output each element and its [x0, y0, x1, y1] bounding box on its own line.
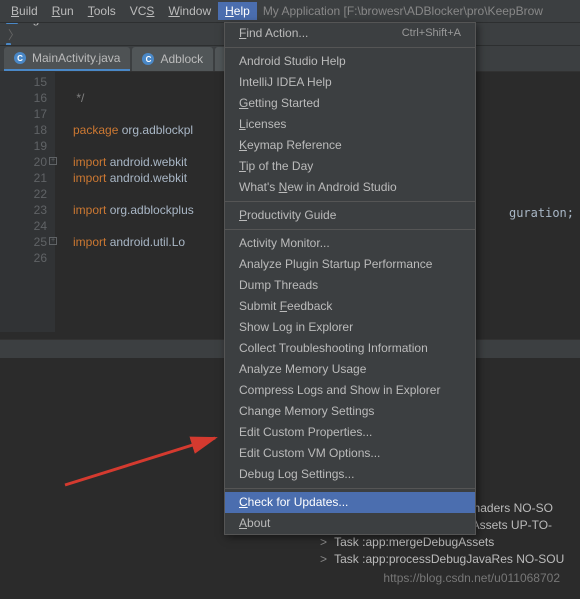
fold-icon[interactable]: +	[49, 157, 57, 165]
menu-item-tip-of-the-day[interactable]: Tip of the Day	[225, 156, 475, 177]
menu-separator	[225, 201, 475, 202]
menu-separator	[225, 488, 475, 489]
code-line[interactable]	[73, 250, 194, 266]
fold-icon[interactable]: +	[49, 237, 57, 245]
code-line[interactable]	[73, 218, 194, 234]
line-number: 17	[0, 106, 47, 122]
line-number: 18	[0, 122, 47, 138]
folder-icon	[6, 22, 18, 24]
menu-vcs[interactable]: VCS	[123, 2, 162, 20]
menu-item-edit-custom-properties-[interactable]: Edit Custom Properties...	[225, 422, 475, 443]
menu-separator	[225, 229, 475, 230]
menu-item-compress-logs-and-show-in-explorer[interactable]: Compress Logs and Show in Explorer	[225, 380, 475, 401]
tab-Adblock[interactable]: CAdblock	[132, 47, 213, 71]
help-dropdown: Find Action...Ctrl+Shift+A Android Studio…	[224, 22, 476, 535]
line-number: 23	[0, 202, 47, 218]
menu-item-android-studio-help[interactable]: Android Studio Help	[225, 51, 475, 72]
code-line[interactable]	[73, 74, 194, 90]
code-fragment-right: guration;	[509, 206, 574, 220]
menu-item-debug-log-settings-[interactable]: Debug Log Settings...	[225, 464, 475, 485]
line-number: 16	[0, 90, 47, 106]
line-number: 24	[0, 218, 47, 234]
line-number: 26	[0, 250, 47, 266]
menu-item-analyze-plugin-startup-performance[interactable]: Analyze Plugin Startup Performance	[225, 254, 475, 275]
menu-item-what-s-new-in-android-studio[interactable]: What's New in Android Studio	[225, 177, 475, 198]
code-line[interactable]: import android.webkit	[73, 154, 194, 170]
menu-item-productivity-guide[interactable]: Productivity Guide	[225, 205, 475, 226]
menu-help[interactable]: Help	[218, 2, 257, 20]
menu-item-getting-started[interactable]: Getting Started	[225, 93, 475, 114]
menu-item-about[interactable]: About	[225, 513, 475, 534]
code-line[interactable]: import android.util.Lo	[73, 234, 194, 250]
menu-item-change-memory-settings[interactable]: Change Memory Settings	[225, 401, 475, 422]
line-number: 21	[0, 170, 47, 186]
menu-item-find-action-[interactable]: Find Action...Ctrl+Shift+A	[225, 23, 475, 44]
window-title: My Application [F:\browesr\ADBlocker\pro…	[263, 4, 543, 18]
menu-item-analyze-memory-usage[interactable]: Analyze Memory Usage	[225, 359, 475, 380]
menu-item-collect-troubleshooting-information[interactable]: Collect Troubleshooting Information	[225, 338, 475, 359]
java-class-icon: C	[14, 52, 26, 64]
menu-item-edit-custom-vm-options-[interactable]: Edit Custom VM Options...	[225, 443, 475, 464]
menu-item-check-for-updates-[interactable]: Check for Updates...	[225, 492, 475, 513]
line-number: 19	[0, 138, 47, 154]
code-line[interactable]: import android.webkit	[73, 170, 194, 186]
code-line[interactable]: package org.adblockpl	[73, 122, 194, 138]
menu-run[interactable]: Run	[45, 2, 81, 20]
line-number: 20+	[0, 154, 47, 170]
main-menubar: BuildRunToolsVCSWindowHelp My Applicatio…	[0, 0, 580, 22]
menu-item-keymap-reference[interactable]: Keymap Reference	[225, 135, 475, 156]
line-number: 15	[0, 74, 47, 90]
menu-build[interactable]: Build	[4, 2, 45, 20]
code-line[interactable]	[73, 106, 194, 122]
code-line[interactable]	[73, 186, 194, 202]
line-number: 22	[0, 186, 47, 202]
console-task-line: > Task :app:processDebugJavaRes NO-SOU	[320, 551, 580, 568]
menu-item-dump-threads[interactable]: Dump Threads	[225, 275, 475, 296]
menu-item-show-log-in-explorer[interactable]: Show Log in Explorer	[225, 317, 475, 338]
code-line[interactable]: */	[73, 90, 194, 106]
line-number: 25+	[0, 234, 47, 250]
code-line[interactable]	[73, 138, 194, 154]
java-class-icon: C	[142, 53, 154, 65]
menu-tools[interactable]: Tools	[81, 2, 123, 20]
menu-separator	[225, 47, 475, 48]
console-task-line: > Task :app:mergeDebugAssets	[320, 534, 580, 551]
chevron-right-icon: 〉	[8, 28, 20, 42]
code-line[interactable]: import org.adblockplus	[73, 202, 194, 218]
menu-item-submit-feedback[interactable]: Submit Feedback	[225, 296, 475, 317]
tab-MainActivity.java[interactable]: CMainActivity.java	[4, 47, 130, 71]
menu-item-intellij-idea-help[interactable]: IntelliJ IDEA Help	[225, 72, 475, 93]
watermark-text: https://blog.csdn.net/u011068702	[383, 571, 560, 585]
breadcrumb-org[interactable]: org	[6, 22, 68, 26]
menu-item-licenses[interactable]: Licenses	[225, 114, 475, 135]
menu-item-activity-monitor-[interactable]: Activity Monitor...	[225, 233, 475, 254]
menu-window[interactable]: Window	[161, 2, 218, 20]
code-area[interactable]: */ package org.adblockpl import android.we…	[55, 72, 194, 332]
line-gutter: 151617181920+2122232425+26	[0, 72, 55, 332]
